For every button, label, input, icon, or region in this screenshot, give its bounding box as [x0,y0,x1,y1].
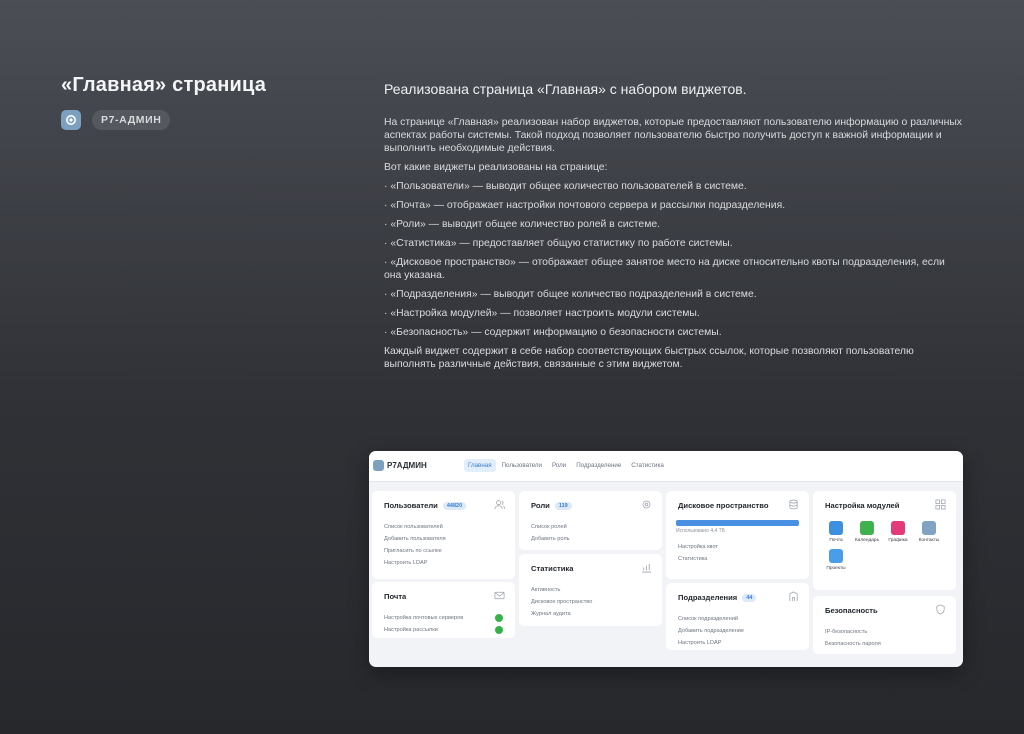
mail-widget: Почта Настройка почтовых серверов Настро… [372,582,515,638]
statistics-title: Статистика [531,564,574,573]
shield-icon [936,604,945,615]
logo-text: Р7АДМИН [387,461,427,470]
statistics-link[interactable]: Журнал аудита [531,608,592,620]
tab-statistics[interactable]: Статистика [627,459,668,472]
users-link[interactable]: Добавить пользователя [384,533,446,545]
roles-count-badge: 119 [554,501,572,510]
module-projects[interactable]: Проекты [823,549,849,571]
list-item: · «Безопасность» — содержит информацию о… [384,327,722,338]
security-title: Безопасность [825,606,878,615]
graphics-icon [891,521,905,535]
roles-title: Роли [531,501,550,510]
list-item: · «Дисковое пространство» — отображает о… [384,257,945,281]
statistics-link[interactable]: Активность [531,584,592,596]
roles-widget: Роли 119 Список ролей Добавить роль [519,491,662,550]
disk-widget: Дисковое пространство Использовано 4,4 Т… [666,491,809,579]
check-icon [495,614,503,622]
module-calendar[interactable]: Календарь [854,521,880,543]
security-link[interactable]: Безопасность пароля [825,638,881,650]
product-tag: Р7-АДМИН [92,110,171,130]
mail-link[interactable]: Настройка рассылки [384,624,463,636]
roles-link[interactable]: Добавить роль [531,533,570,545]
users-link[interactable]: Список пользователей [384,521,446,533]
module-contacts[interactable]: Контакты [916,521,942,543]
departments-count-badge: 44 [742,593,757,602]
statistics-link[interactable]: Дисковое пространство [531,596,592,608]
list-item: · «Статистика» — предоставляет общую ста… [384,238,733,249]
mail-icon [494,591,505,600]
departments-link[interactable]: Добавить подразделение [678,625,744,637]
description: Реализована страница «Главная» с набором… [384,81,964,375]
calendar-icon [860,521,874,535]
mail-title: Почта [384,592,407,601]
users-link[interactable]: Пригласить по ссылке [384,545,446,557]
departments-title: Подразделения [678,593,738,602]
app-logo[interactable]: Р7АДМИН [373,460,427,471]
disk-title: Дисковое пространство [678,501,769,510]
departments-widget: Подразделения 44 Список подразделений Доб… [666,583,809,650]
product-row: Р7-АДМИН [61,110,266,130]
tab-users[interactable]: Пользователи [498,459,546,472]
building-icon [789,591,798,602]
users-title: Пользователи [384,501,438,510]
roles-link[interactable]: Список ролей [531,521,570,533]
module-graphics[interactable]: Графика [885,521,911,543]
list-item: · «Подразделения» — выводит общее количе… [384,289,757,300]
security-link[interactable]: IP-безопасность [825,626,881,638]
chart-icon [641,563,652,573]
left-panel: «Главная» страница Р7-АДМИН [61,74,266,130]
database-icon [789,499,798,510]
modules-title: Настройка модулей [825,501,900,510]
list-title: Вот какие виджеты реализованы на страниц… [384,162,608,173]
list-item: · «Настройка модулей» — позволяет настро… [384,308,700,319]
gear-icon [642,500,651,509]
app-header: Р7АДМИН Главная Пользователи Роли Подраз… [369,451,963,482]
users-widget: Пользователи 44820 Список пользователей Д… [372,491,515,579]
module-list: Почта Календарь Графика Контакты Проекты [823,521,948,571]
grid-icon [935,499,946,510]
disk-used-label: Использовано 4,4 ТБ [676,528,725,534]
gear-icon [61,110,81,130]
departments-link[interactable]: Настроить LDAP [678,637,744,649]
contacts-icon [922,521,936,535]
disk-link[interactable]: Настройка квот [678,541,718,553]
security-widget: Безопасность IP-безопасность Безопасност… [813,596,956,654]
list-item: · «Роли» — выводит общее количество роле… [384,219,661,230]
tab-home[interactable]: Главная [464,459,496,472]
departments-link[interactable]: Список подразделений [678,613,744,625]
logo-icon [373,460,384,471]
check-icon [495,626,503,634]
disk-progress-fill [676,520,799,526]
module-mail[interactable]: Почта [823,521,849,543]
users-link[interactable]: Настроить LDAP [384,557,446,569]
tab-roles[interactable]: Роли [548,459,570,472]
disk-link[interactable]: Статистика [678,553,718,565]
modules-widget: Настройка модулей Почта Календарь График… [813,491,956,590]
statistics-widget: Статистика Активность Дисковое пространс… [519,554,662,626]
app-screenshot: Р7АДМИН Главная Пользователи Роли Подраз… [369,451,963,667]
mail-icon [829,521,843,535]
description-heading: Реализована страница «Главная» с набором… [384,81,747,97]
tab-departments[interactable]: Подразделение [572,459,625,472]
mail-link[interactable]: Настройка почтовых серверов [384,612,463,624]
projects-icon [829,549,843,563]
description-intro: На странице «Главная» реализован набор в… [384,117,962,154]
disk-progress-bar [676,520,799,526]
users-count-badge: 44820 [442,501,467,510]
page-title: «Главная» страница [61,74,267,96]
list-item: · «Пользователи» — выводит общее количес… [384,181,747,192]
description-outro: Каждый виджет содержит в себе набор соот… [384,346,914,370]
users-icon [494,500,505,510]
list-item: · «Почта» — отображает настройки почтово… [384,200,786,211]
top-nav: Главная Пользователи Роли Подразделение … [464,459,668,472]
